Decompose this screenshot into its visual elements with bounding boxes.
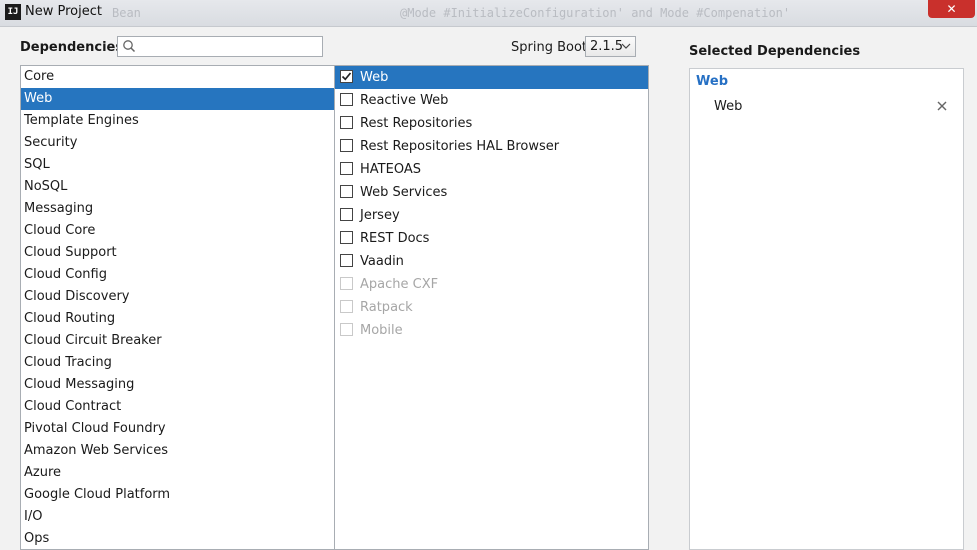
dependency-checkbox[interactable] [340, 116, 353, 129]
dependency-checkbox[interactable] [340, 254, 353, 267]
window-close-button[interactable]: ✕ [928, 0, 975, 18]
dependency-item[interactable]: Rest Repositories HAL Browser [335, 135, 648, 158]
dependency-label: Mobile [360, 323, 403, 338]
category-item[interactable]: I/O [21, 506, 334, 528]
checkmark-icon [341, 72, 352, 81]
dependency-item: Apache CXF [335, 273, 648, 296]
window-title: New Project [25, 4, 102, 19]
category-item[interactable]: Security [21, 132, 334, 154]
category-item[interactable]: Cloud Core [21, 220, 334, 242]
category-item[interactable]: Azure [21, 462, 334, 484]
category-item[interactable]: NoSQL [21, 176, 334, 198]
dependency-label: Rest Repositories HAL Browser [360, 139, 560, 154]
background-ghost-text-left: Bean [112, 6, 141, 20]
dependency-list[interactable]: Web Reactive Web Rest Repositories Rest Rep… [334, 65, 649, 550]
dependency-label: HATEOAS [360, 162, 421, 177]
dependency-checkbox[interactable] [340, 139, 353, 152]
category-item[interactable]: Web [21, 88, 334, 110]
selected-dependencies-panel: Web Web [689, 68, 964, 550]
category-item[interactable]: Cloud Config [21, 264, 334, 286]
dependency-checkbox[interactable] [340, 93, 353, 106]
dependencies-label: Dependencies [20, 40, 124, 55]
selected-group-label: Web [696, 74, 728, 89]
category-item[interactable]: Cloud Contract [21, 396, 334, 418]
dependency-item[interactable]: Jersey [335, 204, 648, 227]
dependency-checkbox [340, 300, 353, 313]
dependency-label: Ratpack [360, 300, 413, 315]
spring-boot-label: Spring Boot [511, 40, 588, 55]
chevron-down-icon [621, 43, 631, 49]
dependency-item: Mobile [335, 319, 648, 342]
dependency-search-input[interactable] [117, 36, 323, 57]
dependency-checkbox[interactable] [340, 162, 353, 175]
dependency-checkbox[interactable] [340, 70, 353, 83]
dependency-checkbox[interactable] [340, 208, 353, 221]
dependency-checkbox[interactable] [340, 185, 353, 198]
category-item[interactable]: Google Cloud Platform [21, 484, 334, 506]
category-item[interactable]: Template Engines [21, 110, 334, 132]
category-item[interactable]: Cloud Messaging [21, 374, 334, 396]
dependency-item: Ratpack [335, 296, 648, 319]
category-item[interactable]: Cloud Tracing [21, 352, 334, 374]
dependency-item[interactable]: REST Docs [335, 227, 648, 250]
dependency-item[interactable]: Rest Repositories [335, 112, 648, 135]
category-item[interactable]: Cloud Circuit Breaker [21, 330, 334, 352]
spring-boot-version-select[interactable]: 2.1.5 [585, 36, 636, 57]
title-bar: IJ New Project Bean @Mode #InitializeCon… [0, 0, 977, 27]
category-item[interactable]: Messaging [21, 198, 334, 220]
category-item[interactable]: Cloud Routing [21, 308, 334, 330]
category-item[interactable]: Amazon Web Services [21, 440, 334, 462]
dependency-label: Web Services [360, 185, 448, 200]
background-ghost-text-right: @Mode #InitializeConfiguration' and Mode… [400, 6, 791, 20]
dependency-checkbox[interactable] [340, 231, 353, 244]
dependency-item[interactable]: Web Services [335, 181, 648, 204]
category-item[interactable]: SQL [21, 154, 334, 176]
dependency-label: REST Docs [360, 231, 430, 246]
dependency-checkbox [340, 323, 353, 336]
dependency-label: Apache CXF [360, 277, 439, 292]
dependency-label: Jersey [360, 208, 400, 223]
category-list[interactable]: Core Web Template Engines Security SQL NoSQL M… [20, 65, 335, 550]
category-item[interactable]: Pivotal Cloud Foundry [21, 418, 334, 440]
close-icon[interactable] [936, 100, 948, 112]
dependency-item[interactable]: Web [335, 66, 648, 89]
spring-boot-version-value: 2.1.5 [590, 39, 624, 54]
intellij-app-icon: IJ [5, 4, 21, 20]
dependency-label: Web [360, 70, 389, 85]
category-item[interactable]: Cloud Support [21, 242, 334, 264]
dependency-label: Reactive Web [360, 93, 449, 108]
search-icon [123, 40, 136, 53]
category-item[interactable]: Ops [21, 528, 334, 549]
dependency-label: Rest Repositories [360, 116, 473, 131]
dependency-item[interactable]: Vaadin [335, 250, 648, 273]
selected-dependency-item: Web [714, 99, 743, 114]
dependency-item[interactable]: HATEOAS [335, 158, 648, 181]
selected-dependencies-title: Selected Dependencies [689, 44, 861, 59]
dependency-item[interactable]: Reactive Web [335, 89, 648, 112]
category-item[interactable]: Core [21, 66, 334, 88]
dependency-label: Vaadin [360, 254, 404, 269]
dependency-checkbox [340, 277, 353, 290]
category-item[interactable]: Cloud Discovery [21, 286, 334, 308]
